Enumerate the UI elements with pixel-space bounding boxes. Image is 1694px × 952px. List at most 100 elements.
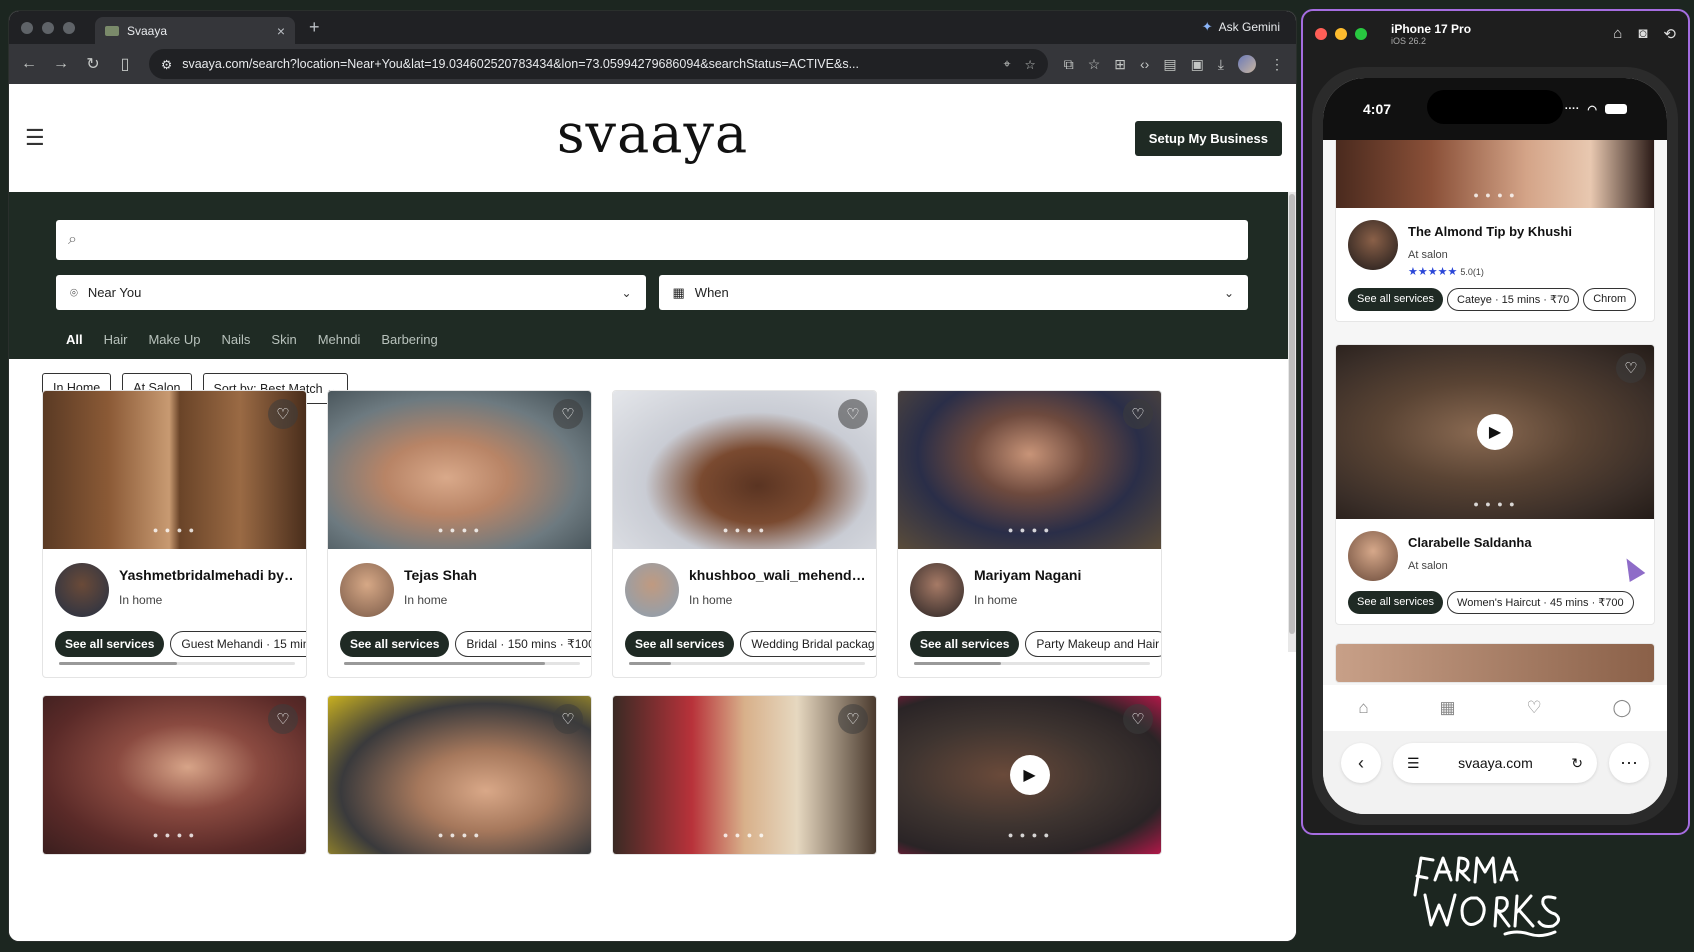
location-icon[interactable]: ⌖ <box>1003 57 1010 72</box>
split-view-icon[interactable]: ▯ <box>117 54 133 74</box>
back-icon[interactable]: ‹ <box>1341 743 1381 783</box>
back-icon[interactable]: ← <box>21 55 37 73</box>
address-bar[interactable]: ⚙ svaaya.com/search?location=Near+You&la… <box>149 49 1048 79</box>
artist-name[interactable]: khushboo_wali_mehendi b... <box>689 567 864 583</box>
more-icon[interactable]: ⋯ <box>1609 743 1649 783</box>
search-input[interactable]: ⌕ <box>56 220 1248 260</box>
calendar-tab-icon[interactable]: ▦ <box>1440 698 1456 718</box>
services-scrollbar[interactable] <box>344 662 580 665</box>
ask-gemini-button[interactable]: ✦ Ask Gemini <box>1202 19 1280 35</box>
see-all-services-button[interactable]: See all services <box>910 631 1020 657</box>
bookmark-star-icon[interactable]: ☆ <box>1024 57 1035 72</box>
when-select[interactable]: ▦ When ⌄ <box>658 275 1248 310</box>
service-chip[interactable]: Guest Mehandi · 15 min <box>170 631 306 657</box>
heart-icon[interactable]: ♡ <box>553 399 583 429</box>
reload-icon[interactable]: ↻ <box>1571 755 1583 772</box>
artist-card[interactable]: ♡ ● ● ● ● Mariyam Nagani In home See all … <box>897 390 1162 678</box>
see-all-services-button[interactable]: See all services <box>625 631 735 657</box>
card-image[interactable]: ♡ ● ● ● ● <box>613 391 876 549</box>
card-image[interactable]: ♡ ● ● ● ● <box>328 391 591 549</box>
maximize-window-button[interactable] <box>63 21 75 34</box>
screenshot-icon[interactable]: ◙ <box>1638 25 1647 43</box>
artist-name[interactable]: Clarabelle Saldanha <box>1408 535 1532 550</box>
artist-name[interactable]: Yashmetbridalmehadi by ... <box>119 567 294 583</box>
card-image[interactable]: ♡ ● ● ● ● <box>328 696 591 854</box>
reload-icon[interactable]: ↻ <box>85 54 101 74</box>
heart-icon[interactable]: ♡ <box>1616 353 1646 383</box>
artist-card[interactable]: ♡ ● ● ● ● khushboo_wali_mehendi b... In h… <box>612 390 877 678</box>
page-scrollbar[interactable] <box>1288 192 1296 652</box>
services-scrollbar[interactable] <box>914 662 1150 665</box>
services-scrollbar[interactable] <box>59 662 295 665</box>
card-image[interactable]: ♡ ▶ ● ● ● ● <box>1336 345 1654 519</box>
see-all-services-button[interactable]: See all services <box>55 631 165 657</box>
play-icon[interactable]: ▶ <box>1009 755 1050 795</box>
site-info-icon[interactable]: ⚙ <box>161 57 172 72</box>
artist-card[interactable]: ♡ ▶ ● ● ● ● <box>897 695 1162 855</box>
minimize-window-button[interactable] <box>42 21 54 34</box>
tab-nails[interactable]: Nails <box>222 332 251 347</box>
service-chip[interactable]: Wedding Bridal packag <box>740 631 876 657</box>
artist-card[interactable]: ♡ ● ● ● ● <box>612 695 877 855</box>
tab-hair[interactable]: Hair <box>104 332 128 347</box>
forward-icon[interactable]: → <box>53 55 69 73</box>
tab-close-icon[interactable]: × <box>277 23 285 39</box>
card-image[interactable]: ♡ ● ● ● ● <box>43 391 306 549</box>
setup-business-button[interactable]: Setup My Business <box>1134 120 1282 156</box>
service-chip[interactable]: Bridal · 150 mins · ₹100 <box>455 631 591 657</box>
artist-name[interactable]: Tejas Shah <box>404 567 579 583</box>
tab-all[interactable]: All <box>66 332 83 347</box>
tab-skin[interactable]: Skin <box>271 332 296 347</box>
profile-avatar[interactable] <box>1238 55 1256 73</box>
artist-name[interactable]: Mariyam Nagani <box>974 567 1149 583</box>
card-image[interactable]: ♡ ▶ ● ● ● ● <box>898 696 1161 854</box>
menu-icon[interactable]: ⋮ <box>1270 56 1284 73</box>
heart-icon[interactable]: ♡ <box>838 704 868 734</box>
maximize-window-button[interactable] <box>1355 27 1367 40</box>
mobile-feed[interactable]: ● ● ● ● The Almond Tip by Khushi At salo… <box>1323 140 1667 685</box>
card-image[interactable]: ♡ ● ● ● ● <box>898 391 1161 549</box>
bookmarks-icon[interactable]: ☆ <box>1088 56 1101 73</box>
close-window-button[interactable] <box>1315 27 1327 40</box>
minimize-window-button[interactable] <box>1335 27 1347 40</box>
page-menu-icon[interactable]: ☰ <box>1407 755 1420 772</box>
artist-card[interactable] <box>1335 643 1655 683</box>
artist-name[interactable]: The Almond Tip by Khushi <box>1408 224 1572 239</box>
see-all-services-button[interactable]: See all services <box>340 631 450 657</box>
artist-card[interactable]: ♡ ● ● ● ● Yashmetbridalmehadi by ... In h… <box>42 390 307 678</box>
profile-tab-icon[interactable]: ◯ <box>1613 698 1632 718</box>
artist-card[interactable]: ♡ ▶ ● ● ● ● Clarabelle Saldanha At salon… <box>1335 344 1655 625</box>
location-select[interactable]: ⌾ Near You ⌄ <box>56 275 646 310</box>
favorites-tab-icon[interactable]: ♡ <box>1526 698 1541 718</box>
tab-mehndi[interactable]: Mehndi <box>318 332 361 347</box>
heart-icon[interactable]: ♡ <box>268 399 298 429</box>
tab-barbering[interactable]: Barbering <box>381 332 437 347</box>
service-chip[interactable]: Chrom <box>1583 288 1637 311</box>
home-tab-icon[interactable]: ⌂ <box>1358 698 1368 718</box>
tab-search-icon[interactable]: ▣ <box>1191 56 1204 73</box>
tab-make-up[interactable]: Make Up <box>148 332 200 347</box>
services-scrollbar[interactable] <box>629 662 865 665</box>
see-all-services-button[interactable]: See all services <box>1348 288 1444 311</box>
card-image[interactable]: ♡ ● ● ● ● <box>43 696 306 854</box>
rotate-icon[interactable]: ⟲ <box>1663 25 1676 43</box>
sidebar-icon[interactable]: ▤ <box>1163 56 1176 73</box>
heart-icon[interactable]: ♡ <box>1123 704 1153 734</box>
apps-icon[interactable]: ⊞ <box>1114 56 1126 73</box>
heart-icon[interactable]: ♡ <box>1123 399 1153 429</box>
see-all-services-button[interactable]: See all services <box>1348 591 1444 614</box>
artist-card[interactable]: ♡ ● ● ● ● <box>42 695 307 855</box>
extensions-icon[interactable]: ⧉ <box>1064 56 1074 73</box>
download-icon[interactable]: ⤓ <box>1218 56 1224 73</box>
heart-icon[interactable]: ♡ <box>838 399 868 429</box>
card-image[interactable]: ● ● ● ● <box>1336 140 1654 208</box>
service-chip[interactable]: Cateye · 15 mins · ₹70 <box>1447 288 1580 311</box>
artist-card[interactable]: ● ● ● ● The Almond Tip by Khushi At salo… <box>1335 140 1655 322</box>
devtools-icon[interactable]: ‹› <box>1140 56 1149 72</box>
service-chip[interactable]: Party Makeup and Hair <box>1025 631 1161 657</box>
site-logo[interactable]: svaaya <box>557 102 748 165</box>
safari-address-bar[interactable]: ☰ svaaya.com ↻ <box>1393 743 1597 783</box>
browser-tab[interactable]: Svaaya × <box>95 17 295 44</box>
hamburger-menu-icon[interactable]: ☰ <box>25 125 45 151</box>
home-icon[interactable]: ⌂ <box>1613 25 1622 43</box>
